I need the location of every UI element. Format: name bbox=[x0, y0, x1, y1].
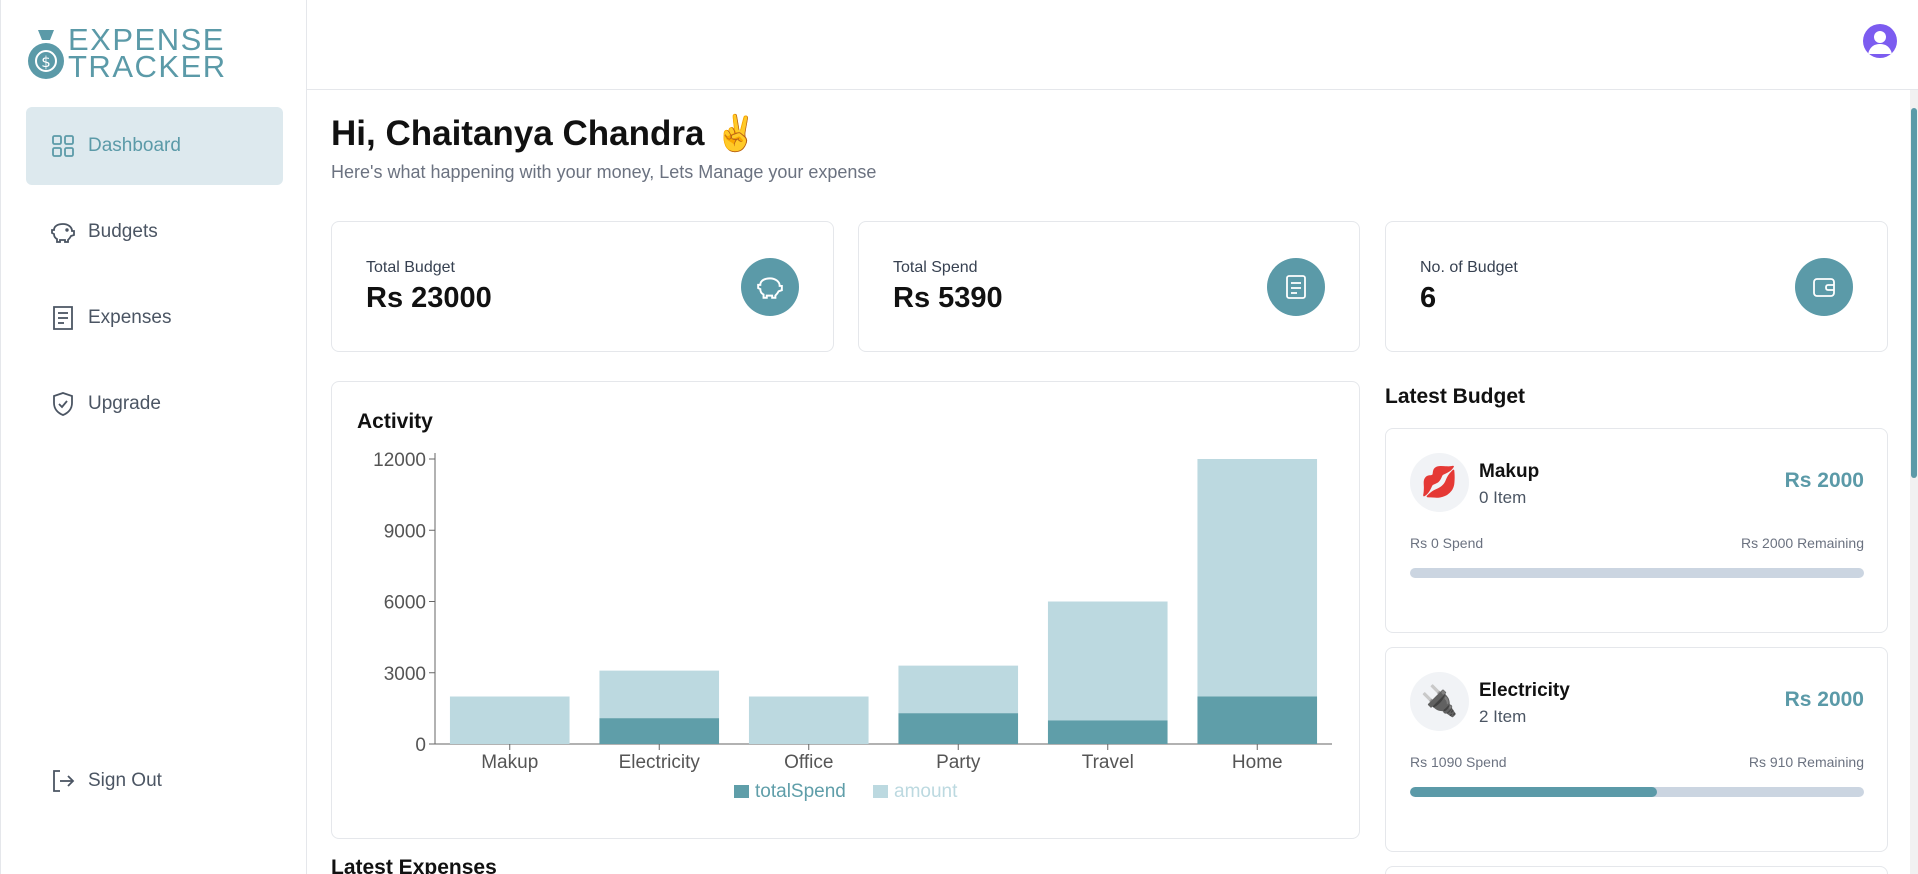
y-tick-label: 12000 bbox=[373, 450, 426, 471]
bar-totalSpend-home bbox=[1197, 696, 1318, 744]
stat-label: Total Budget bbox=[366, 259, 455, 276]
budget-item-count: 2 Item bbox=[1479, 707, 1527, 726]
log-out-icon bbox=[50, 768, 76, 794]
latest-budget-title: Latest Budget bbox=[1385, 385, 1526, 408]
x-tick-label: Makup bbox=[481, 752, 538, 773]
budget-card-partial[interactable] bbox=[1385, 866, 1888, 874]
page-subtitle: Here's what happening with your money, L… bbox=[331, 162, 877, 182]
top-bar bbox=[307, 0, 1918, 90]
activity-card: Activity 0 3000 6000 9000 12000 Makup Electric… bbox=[331, 381, 1360, 839]
money-bag-icon: $ bbox=[28, 30, 64, 79]
budget-name: Electricity bbox=[1479, 680, 1570, 701]
y-tick-label: 9000 bbox=[384, 521, 426, 542]
budget-item-count: 0 Item bbox=[1479, 488, 1527, 507]
piggy-bank-icon bbox=[741, 258, 799, 316]
bar-amount-home bbox=[1197, 459, 1318, 697]
bar-amount-electricity bbox=[599, 670, 720, 719]
budget-spend: Rs 0 Spend bbox=[1410, 535, 1484, 551]
budget-emoji: 🔌 bbox=[1410, 672, 1469, 731]
page-scrollbar[interactable] bbox=[1910, 90, 1918, 874]
stat-card-total-budget: Total Budget Rs 23000 bbox=[331, 221, 834, 352]
budget-spend: Rs 1090 Spend bbox=[1410, 754, 1507, 770]
budget-card-electricity[interactable]: 🔌 Electricity 2 Item Rs 2000 Rs 1090 Spe… bbox=[1385, 647, 1888, 852]
y-tick-label: 6000 bbox=[384, 593, 426, 614]
scrollbar-thumb[interactable] bbox=[1911, 108, 1917, 478]
stat-label: Total Spend bbox=[893, 259, 978, 276]
app-root: $ EXPENSE TRACKER Dashboard Budgets Expe… bbox=[0, 0, 1918, 874]
bar-amount-travel bbox=[1047, 601, 1168, 721]
x-tick-label: Travel bbox=[1082, 752, 1134, 773]
x-tick-label: Home bbox=[1232, 752, 1283, 773]
budget-remaining: Rs 2000 Remaining bbox=[1741, 535, 1864, 551]
sidebar-item-expenses[interactable]: Expenses bbox=[26, 279, 283, 357]
sidebar-item-upgrade[interactable]: Upgrade bbox=[26, 365, 283, 443]
layout-grid-icon bbox=[50, 133, 76, 159]
latest-expenses-title: Latest Expenses bbox=[331, 856, 497, 874]
shield-check-icon bbox=[50, 391, 76, 417]
stat-card-no-of-budget: No. of Budget 6 bbox=[1385, 221, 1888, 352]
budget-progress-bar bbox=[1410, 787, 1864, 797]
bar-amount-makup bbox=[449, 696, 570, 744]
sign-out-button[interactable]: Sign Out bbox=[26, 742, 283, 820]
legend-swatch-amount bbox=[873, 785, 888, 798]
stat-label: No. of Budget bbox=[1420, 259, 1518, 276]
wallet-icon bbox=[1795, 258, 1853, 316]
sidebar-item-label: Expenses bbox=[88, 307, 172, 328]
budget-name: Makup bbox=[1479, 461, 1540, 482]
bar-totalSpend-travel bbox=[1047, 720, 1168, 744]
sidebar: $ EXPENSE TRACKER Dashboard Budgets Expe… bbox=[0, 0, 307, 874]
app-logo-text: EXPENSE TRACKER bbox=[68, 24, 227, 84]
legend-swatch-totalSpend bbox=[734, 785, 749, 798]
legend-label-totalSpend: totalSpend bbox=[755, 781, 846, 802]
x-tick-label: Party bbox=[936, 752, 981, 773]
page-title: Hi, Chaitanya Chandra ✌️ bbox=[331, 114, 758, 153]
app-logo[interactable]: $ EXPENSE TRACKER bbox=[26, 24, 227, 84]
budget-progress-fill bbox=[1410, 787, 1658, 797]
y-tick-label: 3000 bbox=[384, 664, 426, 685]
bar-totalSpend-electricity bbox=[599, 718, 720, 744]
budget-card-makup[interactable]: 💋 Makup 0 Item Rs 2000 Rs 0 Spend Rs 200… bbox=[1385, 428, 1888, 633]
stat-value: Rs 23000 bbox=[366, 282, 492, 314]
y-tick-label: 0 bbox=[415, 735, 426, 756]
sidebar-item-label: Budgets bbox=[88, 221, 158, 242]
budget-remaining: Rs 910 Remaining bbox=[1748, 754, 1864, 770]
sidebar-item-dashboard[interactable]: Dashboard bbox=[26, 107, 283, 185]
activity-chart: 0 3000 6000 9000 12000 Makup Electricity Office… bbox=[373, 450, 1332, 802]
receipt-icon bbox=[1267, 258, 1325, 316]
sidebar-item-budgets[interactable]: Budgets bbox=[26, 193, 283, 271]
budget-progress-bar bbox=[1410, 568, 1864, 578]
bar-amount-party bbox=[898, 665, 1019, 714]
x-tick-label: Electricity bbox=[619, 752, 701, 773]
budget-emoji: 💋 bbox=[1410, 453, 1469, 512]
svg-text:$: $ bbox=[41, 53, 51, 71]
stat-value: 6 bbox=[1420, 282, 1437, 314]
stat-card-total-spend: Total Spend Rs 5390 bbox=[858, 221, 1360, 352]
user-avatar[interactable] bbox=[1863, 24, 1897, 58]
bar-amount-office bbox=[748, 696, 869, 744]
stat-value: Rs 5390 bbox=[893, 282, 1003, 314]
budget-amount: Rs 2000 bbox=[1784, 688, 1864, 711]
x-tick-label: Office bbox=[784, 752, 833, 773]
receipt-icon bbox=[50, 305, 76, 331]
piggy-bank-icon bbox=[50, 219, 76, 245]
budget-amount: Rs 2000 bbox=[1784, 469, 1864, 492]
logo-line-2: TRACKER bbox=[68, 49, 227, 84]
sign-out-label: Sign Out bbox=[88, 770, 162, 791]
legend-label-amount: amount bbox=[894, 781, 958, 802]
sidebar-item-label: Upgrade bbox=[88, 393, 161, 414]
user-icon bbox=[1868, 31, 1892, 54]
bar-totalSpend-party bbox=[898, 713, 1019, 744]
sidebar-item-label: Dashboard bbox=[88, 135, 181, 156]
